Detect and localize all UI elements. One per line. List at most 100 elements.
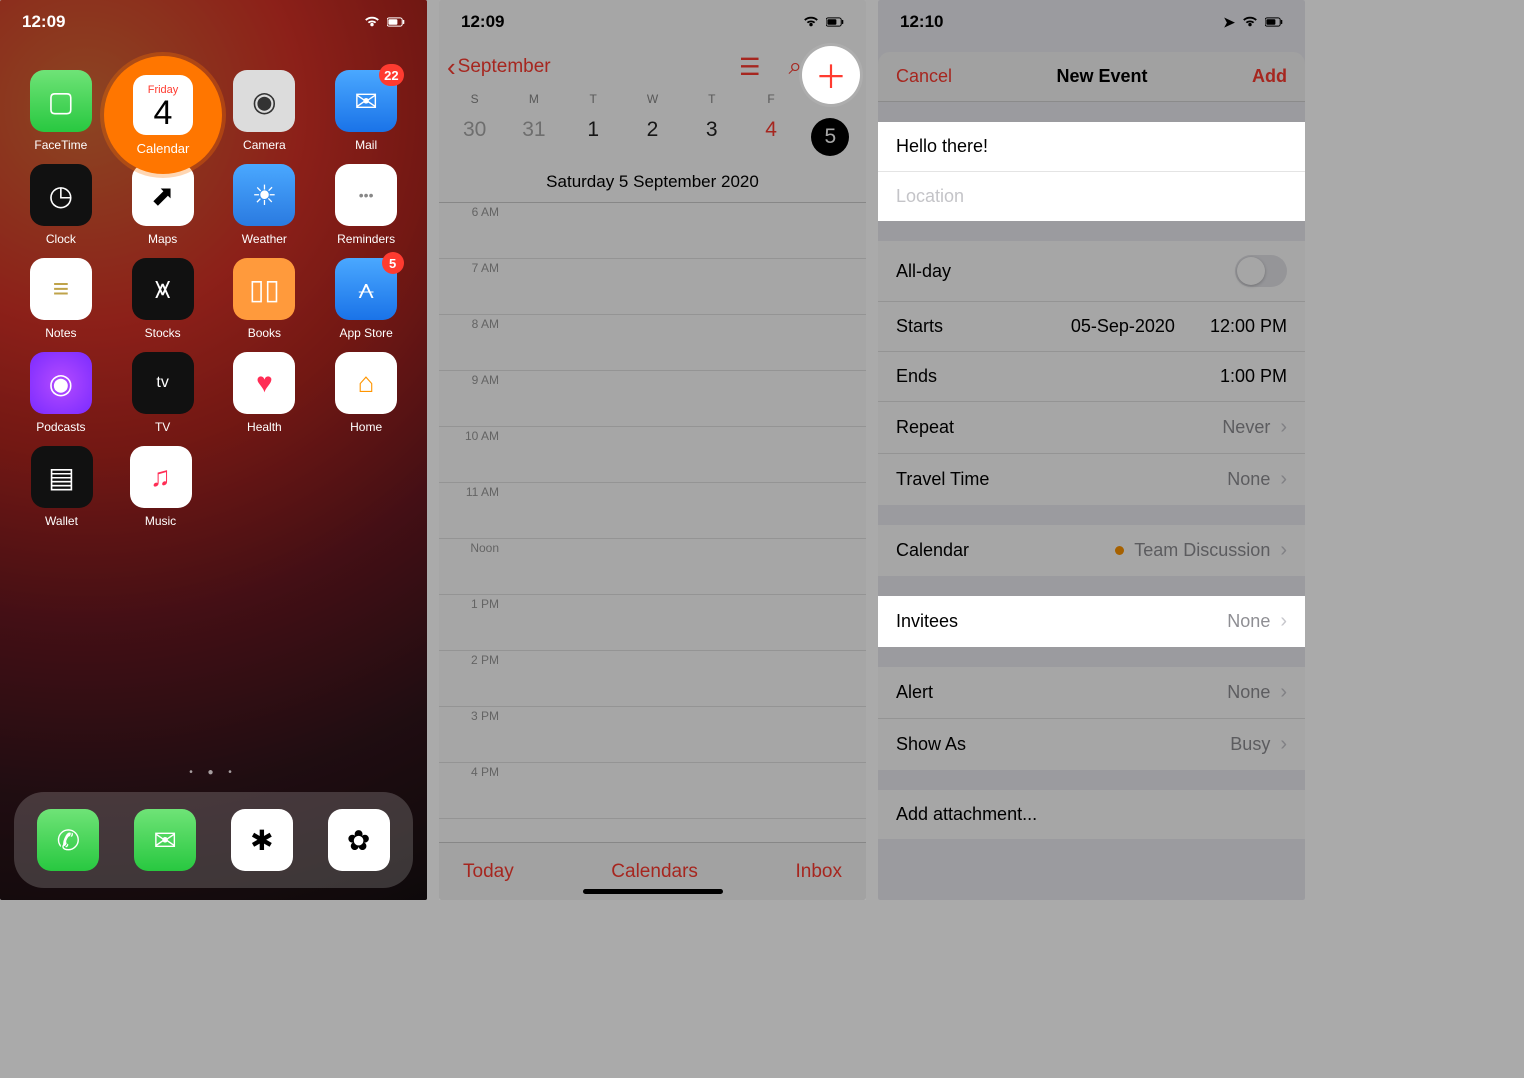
calendar-color-dot <box>1115 546 1124 555</box>
chevron-left-icon: ‹ <box>447 52 456 83</box>
app-appstore[interactable]: ⩜5App Store <box>325 258 408 340</box>
chevron-right-icon: › <box>1280 416 1287 439</box>
alert-row[interactable]: Alert None› <box>878 667 1305 719</box>
dock-photos[interactable]: ✿ <box>328 809 390 871</box>
camera-icon: ◉ <box>233 70 295 132</box>
dock-messages[interactable]: ✉ <box>134 809 196 871</box>
back-button[interactable]: ‹ September <box>447 52 551 83</box>
calendars-button[interactable]: Calendars <box>611 861 698 883</box>
today-button[interactable]: Today <box>463 861 514 883</box>
add-event-highlight[interactable]: ＋ <box>802 46 860 104</box>
add-attachment-row[interactable]: Add attachment... <box>878 790 1305 839</box>
music-icon: ♫ <box>130 446 192 508</box>
books-icon: ▯▯ <box>233 258 295 320</box>
podcasts-icon: ◉ <box>30 352 92 414</box>
app-weather[interactable]: ☀Weather <box>223 164 306 246</box>
app-stocks[interactable]: ⩙Stocks <box>121 258 204 340</box>
wifi-icon <box>1241 16 1259 28</box>
clock-icon: ◷ <box>30 164 92 226</box>
mail-badge: 22 <box>379 64 403 86</box>
allday-toggle[interactable] <box>1235 255 1287 287</box>
app-wallet[interactable]: ▤Wallet <box>20 446 103 528</box>
selected-date-label: Saturday 5 September 2020 <box>439 172 866 203</box>
app-music[interactable]: ♫Music <box>119 446 202 528</box>
date-1[interactable]: 1 <box>564 112 623 162</box>
repeat-row[interactable]: Repeat Never› <box>878 402 1305 454</box>
appstore-badge: 5 <box>382 252 404 274</box>
event-location-field[interactable] <box>878 172 1305 221</box>
wifi-icon <box>363 16 381 28</box>
chevron-right-icon: › <box>1280 539 1287 562</box>
chevron-right-icon: › <box>1280 468 1287 491</box>
sheet-header: Cancel New Event Add <box>878 52 1305 102</box>
notes-icon: ≡ <box>30 258 92 320</box>
app-health[interactable]: ♥Health <box>223 352 306 434</box>
status-bar: 12:10 ➤ <box>878 0 1305 44</box>
chevron-right-icon: › <box>1280 733 1287 756</box>
add-button[interactable]: Add <box>1252 66 1287 87</box>
dates-row: 30 31 1 2 3 4 5 <box>439 106 866 172</box>
date-2[interactable]: 2 <box>623 112 682 162</box>
dock-safari[interactable]: ✱ <box>231 809 293 871</box>
sheet-title: New Event <box>1057 66 1148 87</box>
chevron-right-icon: › <box>1280 681 1287 704</box>
invitees-group: Invitees None› <box>878 596 1305 647</box>
app-notes[interactable]: ≡Notes <box>19 258 102 340</box>
app-facetime[interactable]: ▢ FaceTime <box>19 70 102 152</box>
app-books[interactable]: ▯▯Books <box>223 258 306 340</box>
home-indicator[interactable] <box>583 889 723 894</box>
starts-row[interactable]: Starts 05-Sep-2020 12:00 PM <box>878 302 1305 352</box>
date-31[interactable]: 31 <box>504 112 563 162</box>
app-mail[interactable]: ✉ 22 Mail <box>325 70 408 152</box>
event-title-input[interactable] <box>896 136 1287 157</box>
date-30[interactable]: 30 <box>445 112 504 162</box>
travel-time-row[interactable]: Travel Time None› <box>878 454 1305 505</box>
tv-icon: tv <box>132 352 194 414</box>
stocks-icon: ⩙ <box>132 258 194 320</box>
health-icon: ♥ <box>233 352 295 414</box>
dock-phone[interactable]: ✆ <box>37 809 99 871</box>
app-clock[interactable]: ◷Clock <box>19 164 102 246</box>
app-camera[interactable]: ◉ Camera <box>223 70 306 152</box>
date-5-selected[interactable]: 5 <box>801 112 860 162</box>
app-maps[interactable]: ⬈Maps <box>121 164 204 246</box>
app-reminders[interactable]: •••Reminders <box>325 164 408 246</box>
battery-icon <box>1265 16 1283 28</box>
ends-row[interactable]: Ends 1:00 PM <box>878 352 1305 402</box>
status-time: 12:09 <box>22 12 65 32</box>
search-icon[interactable]: ⌕ <box>789 53 802 81</box>
allday-row[interactable]: All-day <box>878 241 1305 302</box>
reminders-icon: ••• <box>335 164 397 226</box>
facetime-icon: ▢ <box>30 70 92 132</box>
list-icon[interactable]: ☰ <box>739 53 761 82</box>
attachment-group: Add attachment... <box>878 790 1305 839</box>
dock: ✆ ✉ ✱ ✿ <box>14 792 413 888</box>
calendar-app-highlight[interactable]: Friday 4 Calendar <box>104 56 222 174</box>
calendar-icon: Friday 4 <box>133 75 193 135</box>
status-time: 12:09 <box>461 12 504 32</box>
event-location-input[interactable] <box>896 186 1287 207</box>
chevron-right-icon: › <box>1280 610 1287 633</box>
inbox-button[interactable]: Inbox <box>796 861 842 883</box>
cancel-button[interactable]: Cancel <box>896 66 952 87</box>
app-podcasts[interactable]: ◉Podcasts <box>19 352 102 434</box>
new-event-sheet: 12:10 ➤ Cancel New Event Add All-day Sta… <box>878 0 1305 900</box>
app-home[interactable]: ⌂Home <box>325 352 408 434</box>
calendar-group: Calendar Team Discussion› <box>878 525 1305 576</box>
weather-icon: ☀ <box>233 164 295 226</box>
hour-grid[interactable]: 6 AM 7 AM 8 AM 9 AM 10 AM 11 AM Noon 1 P… <box>439 203 866 819</box>
battery-icon <box>826 16 844 28</box>
plus-icon: ＋ <box>815 52 847 98</box>
date-3[interactable]: 3 <box>682 112 741 162</box>
date-4-today[interactable]: 4 <box>741 112 800 162</box>
status-bar: 12:09 <box>0 0 427 44</box>
invitees-row[interactable]: Invitees None› <box>878 596 1305 647</box>
calendar-row[interactable]: Calendar Team Discussion› <box>878 525 1305 576</box>
wallet-icon: ▤ <box>31 446 93 508</box>
app-tv[interactable]: tvTV <box>121 352 204 434</box>
event-title-field[interactable] <box>878 122 1305 172</box>
alert-group: Alert None› Show As Busy› <box>878 667 1305 770</box>
weekday-header: S M T W T F S <box>439 92 866 106</box>
show-as-row[interactable]: Show As Busy› <box>878 719 1305 770</box>
page-dots[interactable]: • ● • <box>0 767 427 778</box>
